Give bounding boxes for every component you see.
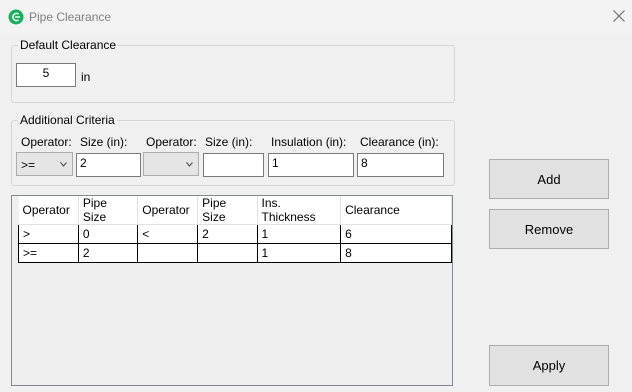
size1-value: 2 [80,156,87,170]
apply-button[interactable]: Apply [489,345,609,386]
table-cell[interactable] [197,243,258,263]
table-cell[interactable]: < [137,224,199,244]
remove-button[interactable]: Remove [489,209,609,249]
table-cell[interactable]: 2 [197,224,258,244]
clearance-input[interactable]: 8 [357,153,444,177]
app-logo-icon [8,9,24,25]
default-clearance-legend: Default Clearance [18,38,119,52]
additional-criteria-legend: Additional Criteria [18,113,117,127]
table-cell[interactable]: 1 [256,243,342,263]
table-cell[interactable]: 1 [256,224,342,244]
table-cell[interactable] [137,243,199,263]
close-icon[interactable] [612,9,626,23]
criteria-table: Operator Pipe Size Operator Pipe Size In… [18,196,452,263]
column-header-pipe-size-2[interactable]: Pipe Size [197,196,258,225]
window-title: Pipe Clearance [29,10,112,24]
table-header-row: Operator Pipe Size Operator Pipe Size In… [18,196,452,225]
add-button[interactable]: Add [489,159,609,199]
default-clearance-group: Default Clearance [11,38,455,103]
default-clearance-input[interactable]: 5 [16,63,76,87]
operator1-label: Operator: [21,135,72,149]
chevron-down-icon [60,162,67,167]
column-header-operator-2[interactable]: Operator [137,196,199,225]
operator1-select[interactable]: >= [16,152,73,176]
operator2-select[interactable] [143,152,199,176]
size2-input[interactable] [203,153,264,177]
size2-label: Size (in): [205,135,253,149]
column-header-operator[interactable]: Operator [18,196,79,225]
insulation-value: 1 [272,156,279,170]
size1-label: Size (in): [80,135,128,149]
table-cell[interactable]: 2 [77,243,139,263]
clearance-value: 8 [361,156,368,170]
table-cell[interactable]: 0 [77,224,139,244]
table-cell[interactable]: 8 [340,243,452,263]
clearance-label: Clearance (in): [360,135,439,149]
table-cell[interactable]: > [18,224,79,244]
operator2-label: Operator: [146,135,197,149]
default-clearance-unit: in [81,70,91,84]
table-cell[interactable]: 6 [340,224,452,244]
default-clearance-value: 5 [42,66,50,80]
column-header-pipe-size[interactable]: Pipe Size [78,196,139,225]
size1-input[interactable]: 2 [76,153,141,177]
chevron-down-icon [186,162,193,167]
insulation-label: Insulation (in): [271,135,347,149]
column-header-ins-thickness[interactable]: Ins. Thickness [257,196,342,225]
title-bar: Pipe Clearance [0,0,632,34]
table-row[interactable]: > 0 < 2 1 6 [18,224,452,244]
table-row[interactable]: >= 2 1 8 [18,243,452,263]
column-header-clearance[interactable]: Clearance [340,196,452,225]
table-cell[interactable]: >= [18,243,79,263]
insulation-input[interactable]: 1 [268,153,354,177]
criteria-grid[interactable]: Operator Pipe Size Operator Pipe Size In… [11,195,453,386]
operator1-value: >= [21,158,36,172]
